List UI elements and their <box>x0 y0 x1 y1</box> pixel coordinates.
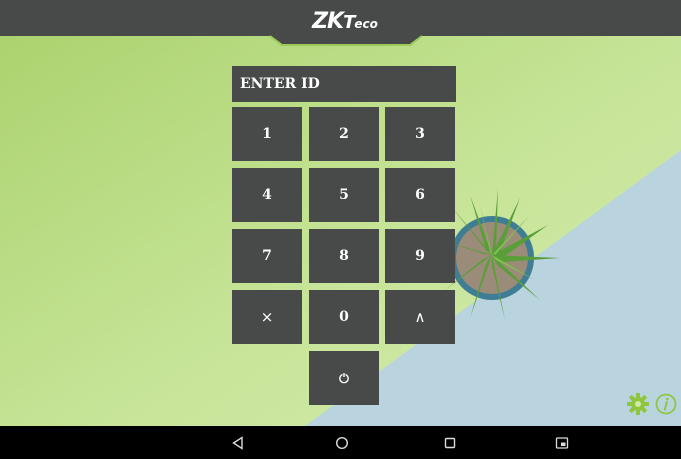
key-3[interactable]: 3 <box>385 107 455 161</box>
back-triangle-icon <box>232 435 243 450</box>
key-4[interactable]: 4 <box>232 168 302 222</box>
nav-recents-button[interactable] <box>430 426 470 459</box>
nav-back-button[interactable] <box>218 426 258 459</box>
zkteco-logo: ZKTeco <box>275 9 415 37</box>
logo-zk: ZK <box>312 9 344 34</box>
key-2[interactable]: 2 <box>309 107 379 161</box>
key-6[interactable]: 6 <box>385 168 455 222</box>
power-icon <box>339 372 349 384</box>
backspace-key[interactable]: ∧ <box>385 290 455 344</box>
corner-icons <box>625 392 681 416</box>
nav-home-button[interactable] <box>322 426 362 459</box>
logo-t: T <box>343 12 355 33</box>
screenshot-icon <box>555 436 569 449</box>
key-8[interactable]: 8 <box>309 229 379 283</box>
key-1[interactable]: 1 <box>232 107 302 161</box>
confirm-key[interactable] <box>309 351 379 405</box>
enter-id-field[interactable]: ENTER ID <box>232 66 456 102</box>
nav-screenshot-button[interactable] <box>542 426 582 459</box>
home-circle-icon <box>335 436 349 449</box>
android-nav-bar <box>0 426 681 459</box>
info-icon[interactable] <box>655 393 677 415</box>
key-9[interactable]: 9 <box>385 229 455 283</box>
key-0[interactable]: 0 <box>309 290 379 344</box>
kiosk-screen: ZKTeco ENTER ID 1 2 3 4 5 6 7 8 9 × 0 ∧ <box>0 0 681 426</box>
gear-icon[interactable] <box>627 393 649 415</box>
logo-eco: eco <box>354 17 378 31</box>
key-7[interactable]: 7 <box>232 229 302 283</box>
clear-key[interactable]: × <box>232 290 302 344</box>
recents-square-icon <box>444 437 456 448</box>
key-5[interactable]: 5 <box>309 168 379 222</box>
